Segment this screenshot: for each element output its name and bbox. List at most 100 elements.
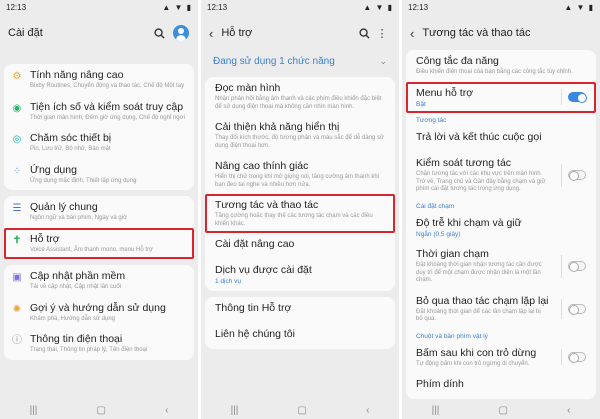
list-item-installed-services[interactable]: Dịch vụ được cài đặt 1 dịch vụ	[205, 259, 395, 291]
profile-avatar-button[interactable]	[172, 24, 190, 42]
item-label: Trả lời và kết thúc cuộc gọi	[416, 131, 542, 143]
device-care-icon: ◎	[12, 134, 22, 145]
list-item-screen-reader[interactable]: Đọc màn hình Nhận phản hồi bằng âm thanh…	[205, 77, 395, 116]
home-icon[interactable]: ▢	[498, 405, 507, 416]
tap-duration-toggle[interactable]	[568, 261, 586, 273]
recents-icon[interactable]: |||	[30, 405, 38, 416]
divider	[561, 163, 562, 187]
status-bar: 12:13 ▲ ▼ ▮	[0, 0, 198, 16]
item-sub: Nhận phản hồi bằng âm thanh và các phím …	[215, 96, 382, 110]
settings-group-1: ⚙ Tính năng nâng cao Bixby Routines, Chu…	[4, 64, 194, 190]
back-icon[interactable]: ‹	[366, 405, 369, 416]
item-label: Cập nhật phần mềm	[30, 270, 126, 282]
recents-icon[interactable]: |||	[432, 405, 440, 416]
divider	[561, 254, 562, 278]
list-item-about-phone[interactable]: ⓘ Thông tin điện thoại Trạng thái, Thông…	[4, 328, 194, 360]
item-label: Bỏ qua thao tác chạm lặp lại	[416, 294, 549, 307]
status-time: 12:13	[408, 3, 429, 12]
item-label: Cải thiện khả năng hiển thị	[215, 121, 340, 133]
item-sub: Trạng thái, Thông tin pháp lý, Tên điện …	[30, 347, 148, 353]
list-item-answer-end-calls[interactable]: Trả lời và kết thúc cuộc gọi	[406, 126, 596, 152]
search-icon[interactable]	[150, 24, 168, 42]
item-sub: Đặt khoảng thời gian để các lần chạm lặp…	[416, 308, 541, 323]
list-item-visibility[interactable]: Cải thiện khả năng hiển thị Thay đổi kíc…	[205, 116, 395, 155]
list-item-digital-wellbeing[interactable]: ◉ Tiện ích số và kiểm soát truy cập Thời…	[4, 96, 194, 128]
status-icons: ▲ ▼ ▮	[162, 3, 192, 12]
list-item-interaction-dexterity[interactable]: Tương tác và thao tác Tăng cường hoặc th…	[205, 194, 395, 233]
list-item-accessibility[interactable]: ✝ Hỗ trợ Voice Assistant, Âm thanh mono,…	[4, 227, 194, 259]
item-label: Đọc màn hình	[215, 82, 281, 94]
list-item-advanced-settings[interactable]: Cài đặt nâng cao	[205, 233, 395, 259]
item-sub: Ngắn (0,5 giây)	[416, 230, 461, 238]
list-item-apps[interactable]: ⁘ Ứng dụng Ứng dụng mặc định, Thiết lập …	[4, 159, 194, 191]
back-arrow-icon[interactable]: ‹	[209, 26, 213, 41]
home-icon[interactable]: ▢	[96, 405, 105, 416]
list-item-software-update[interactable]: ▣ Cập nhật phần mềm Tải về cập nhật, Cập…	[4, 265, 194, 297]
item-label: Công tắc đa năng	[416, 55, 499, 67]
list-item-click-after-pointer-stops[interactable]: Bấm sau khi con trỏ dừng Tự động bấm khi…	[406, 342, 596, 374]
list-item-hearing[interactable]: Nâng cao thính giác Hiển thị chữ trong k…	[205, 155, 395, 194]
dexterity-group-1: Công tắc đa năng Điều khiển điện thoại c…	[406, 50, 596, 399]
item-label: Tiện ích số và kiểm soát truy cập	[30, 100, 184, 113]
accessibility-screen: 12:13 ▲ ▼ ▮ ‹ Hỗ trợ ⋮ Đang sử dụng 1 ch…	[201, 0, 399, 419]
active-functions-dropdown[interactable]: Đang sử dụng 1 chức năng ⌄	[201, 46, 399, 77]
list-item-touch-hold-delay[interactable]: Độ trễ khi chạm và giữ Ngắn (0,5 giây)	[406, 212, 596, 244]
divider	[561, 89, 562, 106]
chevron-down-icon: ⌄	[379, 56, 387, 66]
nav-bar: ||| ▢ ‹	[201, 401, 399, 419]
apps-grid-icon: ⁘	[12, 165, 22, 177]
item-label: Tính năng nâng cao	[30, 69, 124, 81]
lightbulb-icon: ✺	[12, 303, 22, 315]
item-label: Liên hệ chúng tôi	[215, 327, 295, 340]
back-icon[interactable]: ‹	[165, 405, 168, 416]
list-item-contact-us[interactable]: Liên hệ chúng tôi	[205, 323, 395, 349]
item-label: Thông tin điện thoại	[30, 333, 123, 345]
status-icons: ▲ ▼ ▮	[363, 3, 393, 12]
info-icon: ⓘ	[12, 335, 22, 346]
item-label: Quản lý chung	[30, 201, 98, 213]
recents-icon[interactable]: |||	[231, 405, 239, 416]
list-item-device-care[interactable]: ◎ Chăm sóc thiết bị Pin, Lưu trữ, Bộ nhớ…	[4, 127, 194, 159]
home-icon[interactable]: ▢	[297, 405, 306, 416]
status-time: 12:13	[6, 3, 27, 12]
page-title: Hỗ trợ	[221, 27, 253, 39]
accessibility-person-icon: ✝	[12, 234, 22, 246]
list-item-universal-switch[interactable]: Công tắc đa năng Điều khiển điện thoại c…	[406, 50, 596, 82]
item-label: Dịch vụ được cài đặt	[215, 264, 312, 276]
item-sub: Tăng cường hoặc thay thế các tương tác c…	[215, 213, 373, 227]
item-label: Ứng dụng	[30, 163, 77, 176]
list-item-advanced-features[interactable]: ⚙ Tính năng nâng cao Bixby Routines, Chu…	[4, 64, 194, 96]
click-after-pointer-stops-toggle[interactable]	[568, 352, 586, 364]
item-label: Bấm sau khi con trỏ dừng	[416, 346, 537, 359]
list-item-tap-duration[interactable]: Thời gian chạm Đặt khoảng thời gian nhận…	[406, 243, 596, 290]
status-time: 12:13	[207, 3, 228, 12]
item-sub: Đặt khoảng thời gian nhận tương tác cần …	[416, 262, 542, 283]
status-bar: 12:13 ▲ ▼ ▮	[402, 0, 600, 16]
more-options-icon[interactable]: ⋮	[373, 24, 391, 42]
item-sub: Tải về cập nhật, Cập nhật lần cuối	[30, 284, 122, 290]
search-icon[interactable]	[355, 24, 373, 42]
list-item-about-accessibility[interactable]: Thông tin Hỗ trợ	[205, 297, 395, 323]
item-sub: Bixby Routines, Chuyển động và thao tác,…	[30, 83, 185, 89]
item-label: Gợi ý và hướng dẫn sử dụng	[30, 301, 166, 314]
item-sub: Pin, Lưu trữ, Bộ nhớ, Bảo mật	[30, 146, 111, 152]
list-item-interaction-control[interactable]: Kiểm soát tương tác Chặn tương tác với c…	[406, 152, 596, 199]
item-label: Menu hỗ trợ	[416, 86, 474, 99]
settings-group-3: ▣ Cập nhật phần mềm Tải về cập nhật, Cập…	[4, 265, 194, 360]
app-bar: ‹ Hỗ trợ ⋮	[201, 20, 399, 46]
back-icon[interactable]: ‹	[567, 405, 570, 416]
back-arrow-icon[interactable]: ‹	[410, 26, 414, 41]
item-label: Độ trễ khi chạm và giữ	[416, 216, 522, 229]
list-item-assistant-menu[interactable]: Menu hỗ trợ Bật	[406, 81, 596, 113]
list-item-general-management[interactable]: ☰ Quản lý chung Ngôn ngữ và bàn phím, Ng…	[4, 196, 194, 228]
ignore-repeated-touches-toggle[interactable]	[568, 304, 586, 315]
list-item-sticky-keys[interactable]: Phím dính	[406, 373, 596, 399]
list-item-ignore-repeated-touches[interactable]: Bỏ qua thao tác chạm lặp lại Đặt khoảng …	[406, 290, 596, 329]
interaction-control-toggle[interactable]	[568, 170, 586, 182]
sliders-icon: ☰	[12, 203, 22, 214]
assistant-menu-toggle[interactable]	[568, 92, 587, 104]
status-icons: ▲ ▼ ▮	[564, 3, 594, 12]
list-item-tips-manual[interactable]: ✺ Gợi ý và hướng dẫn sử dụng Khám phá, H…	[4, 297, 194, 329]
item-sub: Hiển thị chữ trong khi mở giọng nói, tăn…	[215, 174, 379, 188]
item-sub: Điều khiển điện thoại của bạn bằng các c…	[416, 69, 573, 75]
